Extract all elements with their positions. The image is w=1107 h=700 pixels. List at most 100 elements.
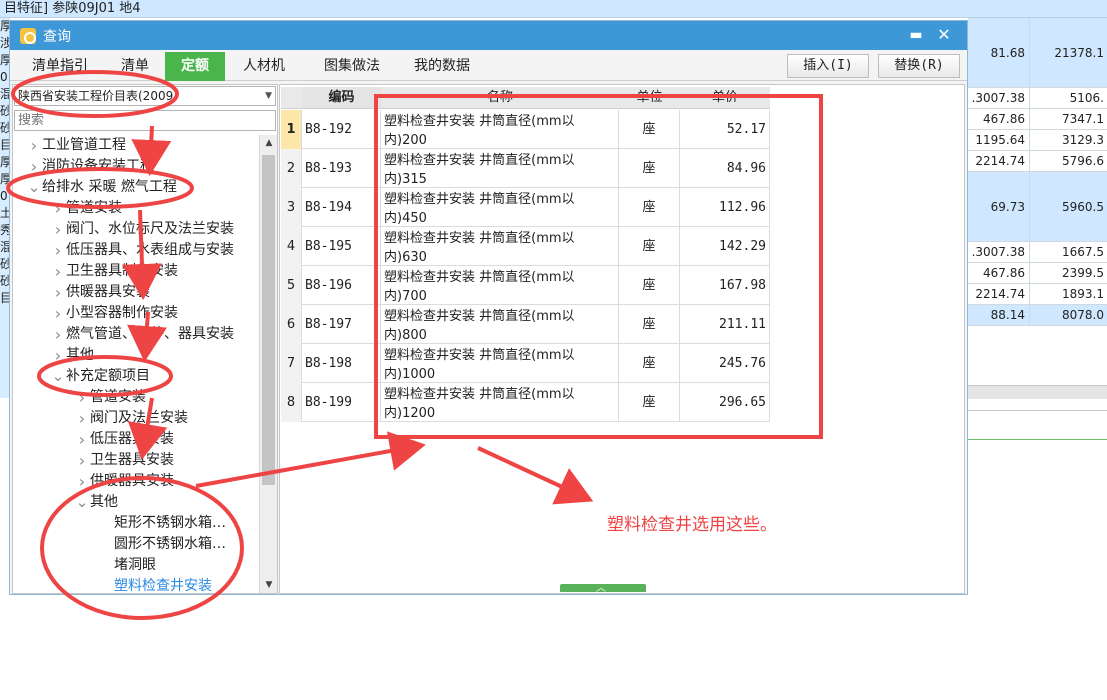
chevron-right-icon[interactable]: › xyxy=(50,303,66,324)
row-number-cell[interactable]: 5 xyxy=(281,266,302,305)
price-cell[interactable]: 211.11 xyxy=(680,305,770,344)
chevron-right-icon[interactable]: › xyxy=(50,324,66,345)
spreadsheet-row[interactable]: .3007.38 1667.5 xyxy=(968,242,1107,263)
unit-cell[interactable]: 座 xyxy=(619,305,680,344)
tree-item[interactable]: › 其他 xyxy=(50,345,94,366)
chevron-right-icon[interactable]: › xyxy=(26,135,42,156)
code-cell[interactable]: B8-194 xyxy=(302,188,381,227)
unit-cell[interactable]: 座 xyxy=(619,344,680,383)
spreadsheet-cell-qty[interactable]: 2214.74 xyxy=(968,151,1030,171)
tree-item[interactable]: ⌄ 给排水 采暖 燃气工程 xyxy=(26,177,177,198)
tab-my-data[interactable]: 我的数据 xyxy=(402,52,482,81)
header-unit[interactable]: 单位 xyxy=(619,87,680,109)
spreadsheet-cell-qty[interactable]: 69.73 xyxy=(968,172,1030,241)
tree-item[interactable]: › 工业管道工程 xyxy=(26,135,126,156)
spreadsheet-row[interactable]: 88.14 8078.0 xyxy=(968,305,1107,326)
name-cell[interactable]: 塑料检查井安装 井筒直径(mm以内)800 xyxy=(381,305,619,344)
tree-item[interactable]: › 管道安装 xyxy=(50,198,122,219)
price-cell[interactable]: 52.17 xyxy=(680,110,770,149)
chevron-right-icon[interactable]: › xyxy=(74,450,90,471)
spreadsheet-cell-total[interactable]: 3129.3 xyxy=(1030,130,1107,150)
row-number-cell[interactable]: 6 xyxy=(281,305,302,344)
chevron-right-icon[interactable]: › xyxy=(50,240,66,261)
unit-cell[interactable]: 座 xyxy=(619,266,680,305)
chevron-down-icon[interactable]: ⌄ xyxy=(50,366,66,387)
spreadsheet-cell-total[interactable]: 5960.5 xyxy=(1030,172,1107,241)
row-number-cell[interactable]: 2 xyxy=(281,149,302,188)
chevron-right-icon[interactable]: › xyxy=(74,471,90,492)
table-row[interactable]: 8 B8-199 塑料检查井安装 井筒直径(mm以内)1200 座 296.65 xyxy=(281,383,770,422)
price-cell[interactable]: 142.29 xyxy=(680,227,770,266)
chevron-down-icon[interactable]: ⌄ xyxy=(26,177,42,198)
spreadsheet-row[interactable]: 69.73 5960.5 xyxy=(968,172,1107,242)
chevron-right-icon[interactable]: › xyxy=(74,387,90,408)
spreadsheet-row[interactable]: 467.86 2399.5 xyxy=(968,263,1107,284)
unit-cell[interactable]: 座 xyxy=(619,149,680,188)
price-cell[interactable]: 245.76 xyxy=(680,344,770,383)
tab-quota[interactable]: 定额 xyxy=(165,52,225,81)
price-cell[interactable]: 112.96 xyxy=(680,188,770,227)
name-cell[interactable]: 塑料检查井安装 井筒直径(mm以内)315 xyxy=(381,149,619,188)
table-row[interactable]: 6 B8-197 塑料检查井安装 井筒直径(mm以内)800 座 211.11 xyxy=(281,305,770,344)
header-price[interactable]: 单价 xyxy=(680,87,770,109)
tree-item[interactable]: › 阀门、水位标尺及法兰安装 xyxy=(50,219,234,240)
row-number-cell[interactable]: 4 xyxy=(281,227,302,266)
spreadsheet-row[interactable]: 2214.74 1893.1 xyxy=(968,284,1107,305)
library-select[interactable]: 陕西省安装工程价目表(2009 ▼ xyxy=(14,86,276,106)
insert-button[interactable]: 插入(I) xyxy=(787,54,869,78)
tree-item[interactable]: › 消防设备安装工程 xyxy=(26,156,154,177)
price-cell[interactable]: 84.96 xyxy=(680,149,770,188)
scroll-thumb[interactable] xyxy=(262,155,275,485)
spreadsheet-cell-qty[interactable]: 2214.74 xyxy=(968,284,1030,304)
tree-item[interactable]: › 低压器具、水表组成与安装 xyxy=(50,240,234,261)
code-cell[interactable]: B8-197 xyxy=(302,305,381,344)
table-row[interactable]: 5 B8-196 塑料检查井安装 井筒直径(mm以内)700 座 167.98 xyxy=(281,266,770,305)
tree-item[interactable]: › 燃气管道、附件、器具安装 xyxy=(50,324,234,345)
panel-resize-handle[interactable]: ︿ xyxy=(560,583,646,594)
spreadsheet-cell-qty[interactable]: .3007.38 xyxy=(968,242,1030,262)
table-row[interactable]: 4 B8-195 塑料检查井安装 井筒直径(mm以内)630 座 142.29 xyxy=(281,227,770,266)
spreadsheet-cell-total[interactable]: 5106. xyxy=(1030,88,1107,108)
chevron-right-icon[interactable]: › xyxy=(74,429,90,450)
minimize-button[interactable]: ▬ xyxy=(905,25,927,45)
tree-item[interactable]: 塑料检查井安装 xyxy=(98,576,212,593)
code-cell[interactable]: B8-198 xyxy=(302,344,381,383)
name-cell[interactable]: 塑料检查井安装 井筒直径(mm以内)630 xyxy=(381,227,619,266)
chevron-right-icon[interactable]: › xyxy=(74,408,90,429)
header-code[interactable]: 编码 xyxy=(302,87,381,109)
spreadsheet-cell-total[interactable]: 8078.0 xyxy=(1030,305,1107,325)
tree-item[interactable]: › 供暖器具安装 xyxy=(74,471,174,492)
spreadsheet-row[interactable]: 2214.74 5796.6 xyxy=(968,151,1107,172)
table-row[interactable]: 1 B8-192 塑料检查井安装 井筒直径(mm以内)200 座 52.17 xyxy=(281,110,770,149)
unit-cell[interactable]: 座 xyxy=(619,110,680,149)
spreadsheet-cell-total[interactable]: 2399.5 xyxy=(1030,263,1107,283)
price-cell[interactable]: 296.65 xyxy=(680,383,770,422)
name-cell[interactable]: 塑料检查井安装 井筒直径(mm以内)1000 xyxy=(381,344,619,383)
tree-vertical-scrollbar[interactable]: ▲ ▼ xyxy=(259,135,277,593)
spreadsheet-horizontal-scrollbar[interactable] xyxy=(968,385,1107,399)
chevron-right-icon[interactable]: › xyxy=(50,261,66,282)
tree-item[interactable]: › 阀门及法兰安装 xyxy=(74,408,188,429)
code-cell[interactable]: B8-199 xyxy=(302,383,381,422)
tab-atlas-method[interactable]: 图集做法 xyxy=(310,52,394,81)
table-row[interactable]: 2 B8-193 塑料检查井安装 井筒直径(mm以内)315 座 84.96 xyxy=(281,149,770,188)
tree-item[interactable]: 矩形不锈钢水箱… xyxy=(98,513,226,534)
spreadsheet-row[interactable]: .3007.38 5106. xyxy=(968,88,1107,109)
spreadsheet-cell-total[interactable]: 21378.1 xyxy=(1030,18,1107,87)
code-cell[interactable]: B8-196 xyxy=(302,266,381,305)
name-cell[interactable]: 塑料检查井安装 井筒直径(mm以内)200 xyxy=(381,110,619,149)
row-number-cell[interactable]: 1 xyxy=(281,110,302,149)
replace-button[interactable]: 替换(R) xyxy=(878,54,960,78)
name-cell[interactable]: 塑料检查井安装 井筒直径(mm以内)700 xyxy=(381,266,619,305)
search-box[interactable] xyxy=(14,110,276,131)
code-cell[interactable]: B8-192 xyxy=(302,110,381,149)
header-name[interactable]: 名称 xyxy=(381,87,619,109)
spreadsheet-cell-qty[interactable]: 88.14 xyxy=(968,305,1030,325)
table-row[interactable]: 7 B8-198 塑料检查井安装 井筒直径(mm以内)1000 座 245.76 xyxy=(281,344,770,383)
chevron-down-icon[interactable]: ⌄ xyxy=(74,492,90,513)
code-cell[interactable]: B8-193 xyxy=(302,149,381,188)
scroll-down-icon[interactable]: ▼ xyxy=(260,577,278,593)
tree-item[interactable]: › 供暖器具安装 xyxy=(50,282,150,303)
tree-item[interactable]: › 卫生器具安装 xyxy=(74,450,174,471)
tab-list[interactable]: 清单 xyxy=(106,52,164,81)
